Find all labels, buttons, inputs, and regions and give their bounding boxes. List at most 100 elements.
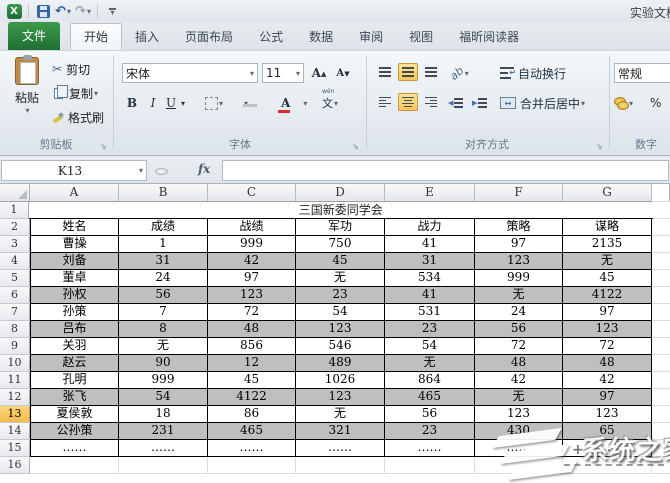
cell[interactable] — [652, 423, 670, 440]
row-header[interactable]: 9 — [0, 338, 30, 355]
cell[interactable] — [652, 457, 670, 474]
cell[interactable]: 12 — [208, 355, 296, 372]
column-header-c[interactable]: C — [208, 184, 296, 202]
undo-button[interactable]: ↶▾ — [54, 2, 72, 20]
cell[interactable]: 97 — [208, 270, 296, 287]
cell[interactable] — [652, 389, 670, 406]
cell[interactable]: 45 — [208, 372, 296, 389]
cell[interactable]: 公孙策 — [30, 423, 119, 440]
tab-view[interactable]: 视图 — [396, 24, 446, 50]
tab-file[interactable]: 文件 — [8, 22, 60, 50]
wrap-text-button[interactable]: ↵自动换行 — [500, 63, 566, 83]
cell[interactable] — [652, 372, 670, 389]
cell[interactable] — [652, 219, 670, 236]
cell[interactable]: 72 — [475, 338, 563, 355]
borders-button[interactable]: ▾ — [205, 93, 223, 113]
cell[interactable]: 97 — [563, 389, 652, 406]
cell[interactable]: 23 — [385, 423, 475, 440]
merge-center-button[interactable]: ↔合并后居中▾ — [500, 93, 585, 113]
cell[interactable] — [652, 287, 670, 304]
cell[interactable] — [652, 321, 670, 338]
grow-font-button[interactable]: A▲ — [310, 63, 328, 83]
cell[interactable]: 123 — [208, 287, 296, 304]
column-header-b[interactable]: B — [119, 184, 208, 202]
shrink-font-button[interactable]: A▼ — [334, 63, 352, 83]
cell[interactable]: 24 — [475, 304, 563, 321]
cell[interactable]: 45 — [296, 253, 385, 270]
formula-bar-grip[interactable] — [155, 168, 168, 175]
cell[interactable]: …… — [208, 440, 296, 457]
cell[interactable]: 孙策 — [30, 304, 119, 321]
cell[interactable]: 56 — [385, 406, 475, 423]
font-dialog-launcher-icon[interactable]: ⇘ — [352, 142, 359, 151]
clipboard-dialog-launcher-icon[interactable]: ⇘ — [100, 142, 107, 151]
cell[interactable]: 4122 — [208, 389, 296, 406]
cell[interactable] — [563, 457, 652, 474]
cell[interactable] — [296, 457, 385, 474]
chevron-down-icon[interactable]: ▾ — [139, 166, 143, 175]
cell[interactable]: 23 — [296, 287, 385, 304]
cell[interactable]: 孔明 — [30, 372, 119, 389]
cell[interactable]: 430 — [475, 423, 563, 440]
cell[interactable]: 姓名 — [30, 219, 119, 236]
cell[interactable]: …… — [30, 440, 119, 457]
cell[interactable] — [475, 457, 563, 474]
cell[interactable]: 41 — [385, 236, 475, 253]
cell[interactable]: 赵云 — [30, 355, 119, 372]
cell[interactable]: 123 — [563, 321, 652, 338]
cell[interactable]: 24 — [119, 270, 208, 287]
cell[interactable]: 56 — [119, 287, 208, 304]
row-header[interactable]: 6 — [0, 287, 30, 304]
column-header-f[interactable]: F — [475, 184, 563, 202]
tab-insert[interactable]: 插入 — [122, 24, 172, 50]
row-header[interactable]: 15 — [0, 440, 30, 457]
cell[interactable]: 31 — [385, 253, 475, 270]
align-top-button[interactable] — [375, 63, 395, 81]
cell[interactable]: 23 — [385, 321, 475, 338]
cell[interactable]: 42 — [563, 372, 652, 389]
column-header-g[interactable]: G — [563, 184, 652, 202]
cell[interactable]: 无 — [475, 287, 563, 304]
cell[interactable]: 军功 — [296, 219, 385, 236]
cell[interactable]: 45 — [563, 270, 652, 287]
name-box[interactable]: K13 ▾ — [1, 160, 147, 181]
increase-indent-button[interactable]: ▶ — [472, 93, 487, 113]
cell[interactable]: 72 — [563, 338, 652, 355]
cell[interactable]: 18 — [119, 406, 208, 423]
cell[interactable]: 31 — [119, 253, 208, 270]
cell[interactable]: 战绩 — [208, 219, 296, 236]
cell[interactable]: 65 — [563, 423, 652, 440]
cell[interactable]: 86 — [208, 406, 296, 423]
underline-button[interactable]: U — [164, 93, 178, 113]
align-middle-button[interactable] — [398, 63, 418, 81]
cell[interactable]: …… — [475, 440, 563, 457]
save-button[interactable] — [34, 2, 52, 20]
select-all-corner[interactable] — [0, 184, 30, 202]
cell[interactable]: 123 — [563, 406, 652, 423]
row-header[interactable]: 10 — [0, 355, 30, 372]
number-format-combobox[interactable]: 常规 — [614, 63, 670, 83]
row-header[interactable]: 11 — [0, 372, 30, 389]
cell[interactable]: 465 — [208, 423, 296, 440]
cell[interactable]: 吕布 — [30, 321, 119, 338]
cell[interactable]: 张飞 — [30, 389, 119, 406]
cell[interactable]: 54 — [119, 389, 208, 406]
cell[interactable] — [652, 236, 670, 253]
cell[interactable]: 54 — [296, 304, 385, 321]
column-header-partial[interactable] — [652, 184, 670, 202]
tab-data[interactable]: 数据 — [296, 24, 346, 50]
cell[interactable] — [652, 338, 670, 355]
fill-color-button[interactable]: ▾ — [243, 93, 248, 113]
cell[interactable]: 无 — [563, 253, 652, 270]
format-painter-button[interactable]: 格式刷 — [52, 107, 104, 127]
align-center-button[interactable] — [398, 93, 418, 111]
alignment-dialog-launcher-icon[interactable]: ⇘ — [596, 142, 603, 151]
cell[interactable]: …… — [296, 440, 385, 457]
decrease-indent-button[interactable]: ◀ — [448, 93, 463, 113]
cell[interactable]: 123 — [296, 321, 385, 338]
phonetic-guide-button[interactable]: wén文▾ — [322, 93, 338, 113]
cell[interactable]: 策略 — [475, 219, 563, 236]
cell[interactable]: 曹操 — [30, 236, 119, 253]
cell[interactable] — [119, 457, 208, 474]
row-header[interactable]: 12 — [0, 389, 30, 406]
